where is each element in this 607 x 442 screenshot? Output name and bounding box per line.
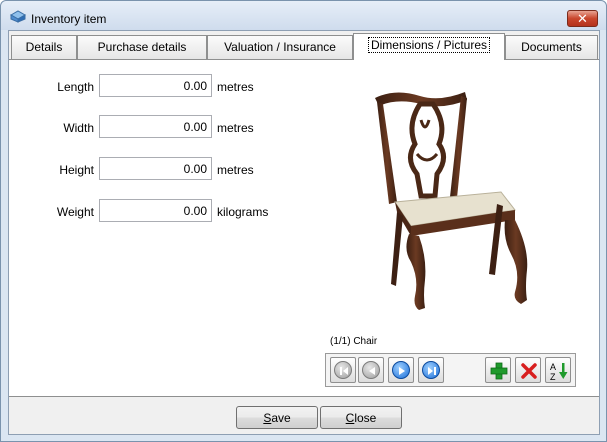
inventory-item-window: Inventory item ✕ Details Purchase detail… xyxy=(0,0,607,442)
add-icon xyxy=(490,362,508,380)
picture-toolbar: A Z xyxy=(325,353,576,387)
add-picture-button[interactable] xyxy=(485,357,511,383)
delete-picture-button[interactable] xyxy=(515,357,541,383)
sort-letter-z: Z xyxy=(550,372,556,382)
sort-letter-a: A xyxy=(550,362,556,372)
delete-icon xyxy=(521,363,537,379)
tab-label: Details xyxy=(25,40,63,54)
title-bar: Inventory item ✕ xyxy=(1,1,606,30)
tab-label: Valuation / Insurance xyxy=(224,40,336,54)
tab-label: Documents xyxy=(521,40,582,54)
height-label: Height xyxy=(59,163,94,177)
last-icon xyxy=(422,361,440,379)
tab-documents[interactable]: Documents xyxy=(505,35,598,59)
chair-image xyxy=(375,92,528,310)
picture-caption: (1/1) Chair xyxy=(330,336,378,347)
length-input[interactable] xyxy=(99,74,212,97)
previous-icon xyxy=(362,361,380,379)
tab-purchase-details[interactable]: Purchase details xyxy=(77,35,207,59)
first-picture-button[interactable] xyxy=(330,357,356,383)
weight-unit: kilograms xyxy=(217,205,269,219)
save-label-rest: ave xyxy=(271,410,291,425)
tab-valuation-insurance[interactable]: Valuation / Insurance xyxy=(207,35,353,59)
sort-pictures-button[interactable]: A Z xyxy=(545,357,571,383)
weight-label: Weight xyxy=(56,205,94,219)
save-button[interactable]: Save xyxy=(236,406,318,429)
inventory-icon xyxy=(10,10,26,23)
tab-label: Dimensions / Pictures xyxy=(367,37,491,53)
width-label: Width xyxy=(63,121,94,135)
tab-details[interactable]: Details xyxy=(11,35,77,59)
close-button[interactable]: Close xyxy=(320,406,402,429)
next-picture-button[interactable] xyxy=(388,357,414,383)
height-input[interactable] xyxy=(99,157,212,180)
tab-label: Purchase details xyxy=(97,40,187,54)
close-icon: ✕ xyxy=(577,11,588,26)
tab-dimensions-pictures[interactable]: Dimensions / Pictures xyxy=(353,33,505,60)
weight-input[interactable] xyxy=(99,199,212,222)
last-picture-button[interactable] xyxy=(418,357,444,383)
close-label-rest: lose xyxy=(354,410,377,425)
previous-picture-button[interactable] xyxy=(358,357,384,383)
height-unit: metres xyxy=(217,163,254,177)
window-title: Inventory item xyxy=(31,12,107,26)
dialog-body: Details Purchase details Valuation / Ins… xyxy=(8,30,600,435)
dimensions-pictures-panel: Length metres Width metres Height metres… xyxy=(9,59,599,397)
width-unit: metres xyxy=(217,121,254,135)
sort-az-icon: A Z xyxy=(550,362,568,382)
next-icon xyxy=(392,361,410,379)
length-label: Length xyxy=(57,80,94,94)
length-unit: metres xyxy=(217,80,254,94)
window-close-button[interactable]: ✕ xyxy=(567,10,598,27)
picture-viewer xyxy=(325,74,576,340)
first-icon xyxy=(334,361,352,379)
width-input[interactable] xyxy=(99,115,212,138)
